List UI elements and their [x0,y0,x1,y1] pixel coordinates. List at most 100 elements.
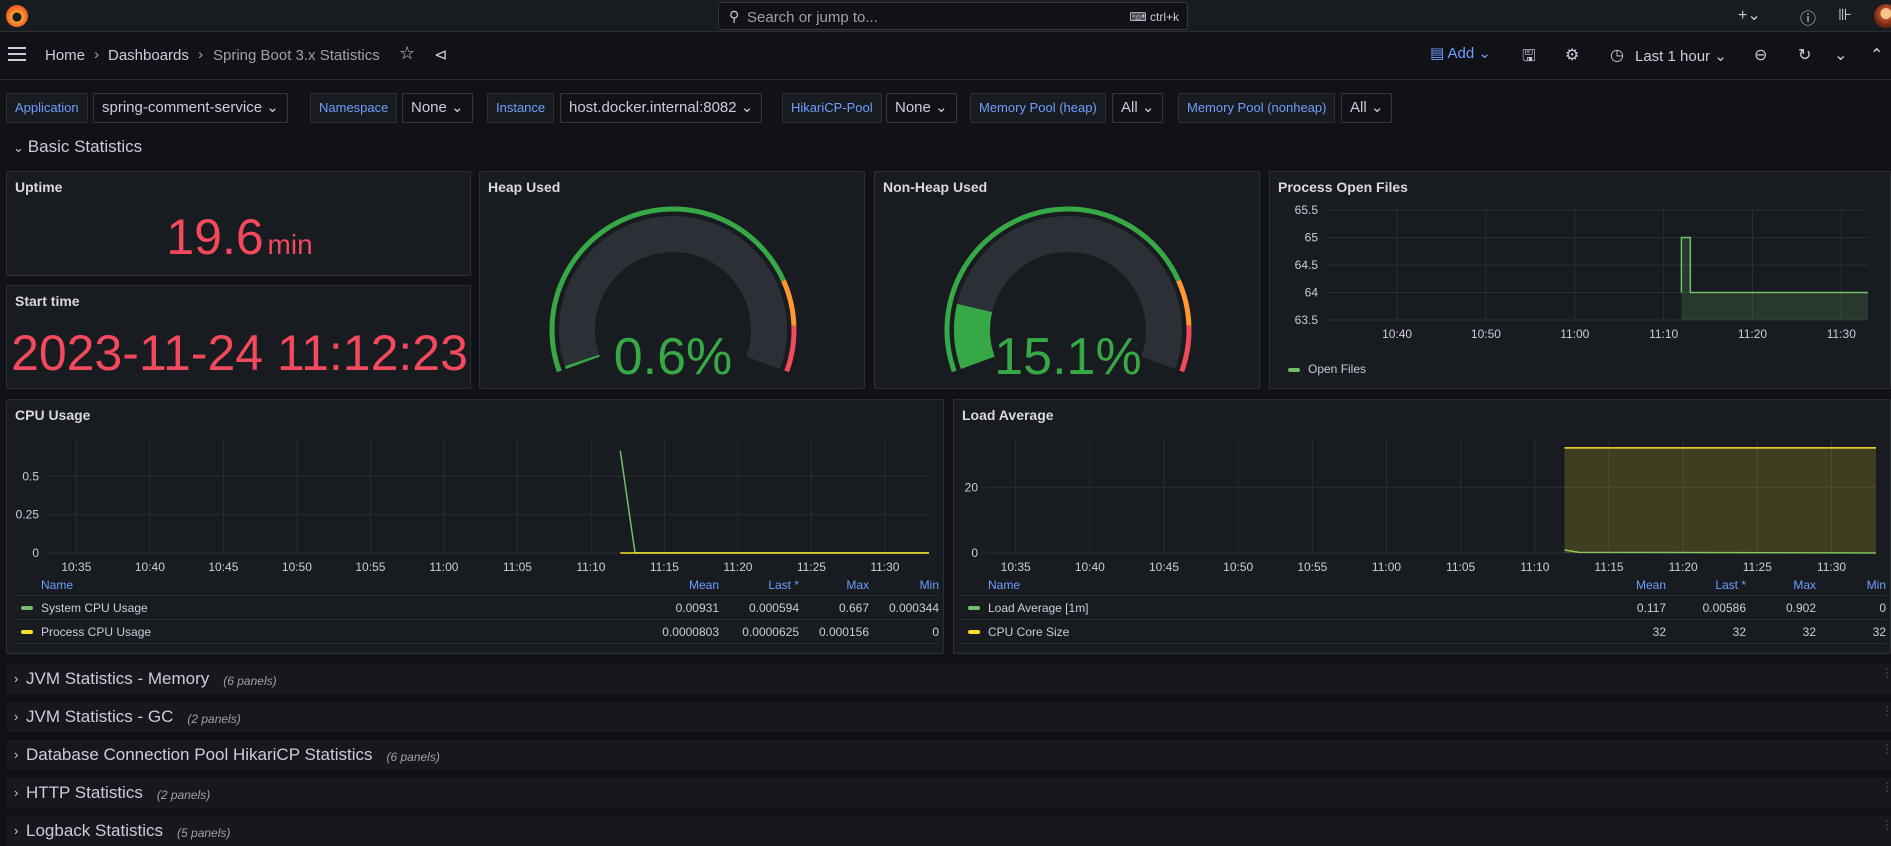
panel-non-heap-used[interactable]: Non-Heap Used 15.1% [874,171,1260,389]
y-tick-label: 65 [1305,231,1319,245]
panel-load-average[interactable]: Load Average 10:35 10:40 10:45 10:50 10:55 11… [953,399,1891,654]
share-icon[interactable]: ⊲ [434,45,447,65]
y-tick-label: 63.5 [1295,313,1319,327]
star-icon[interactable]: ☆ [399,43,415,64]
plus-icon[interactable]: +⌄ [1738,5,1761,25]
panel-start-time[interactable]: Start time 2023-11-24 11:12:23 [6,285,471,389]
add-label: Add [1447,45,1475,62]
time-range-picker[interactable]: Last 1 hour ⌄ [1635,47,1727,65]
breadcrumb-home[interactable]: Home [45,47,85,64]
panel-process-open-files[interactable]: Process Open Files 10:40 10:50 11:00 11:10 1… [1269,171,1891,389]
gear-icon[interactable]: ⚙ [1565,45,1579,65]
add-button[interactable]: ▤ Add ⌄ [1430,44,1491,62]
variable-label-memory-pool-nonheap: Memory Pool (nonheap) [1178,93,1336,123]
x-tick-label: 10:55 [1297,560,1327,574]
row-title: HTTP Statistics [26,783,143,802]
variable-select-application[interactable]: spring-comment-service ⌄ [93,93,288,123]
row-basic-statistics[interactable]: ⌄ Basic Statistics [13,137,142,157]
refresh-icon[interactable]: ↻ [1798,45,1811,65]
legend-cell: 0.667 [838,600,869,615]
x-tick-label: 11:20 [723,560,752,574]
legend-row[interactable]: Process CPU Usage 0.0000803 0.0000625 0.000… [13,620,939,644]
panel-title: Process Open Files [1278,179,1408,195]
panel-title: Non-Heap Used [883,179,988,195]
avatar[interactable] [1874,4,1891,28]
help-icon[interactable]: ⓘ [1800,5,1816,29]
zoom-out-icon[interactable]: ⊖ [1754,45,1767,65]
variable-select-hikaricp-pool[interactable]: None ⌄ [886,93,957,123]
legend-item-open-files[interactable]: Open Files [1288,362,1366,376]
series-line [619,450,930,554]
x-tick-label: 11:30 [1817,560,1846,574]
x-tick-label: 10:40 [1075,560,1105,574]
legend-cell: CPU Core Size [960,625,1596,639]
save-icon[interactable]: 🖫 [1522,45,1536,72]
legend-header[interactable]: Last * [719,578,799,595]
panel-heap-used[interactable]: Heap Used 0.6% [479,171,865,389]
panel-cpu-usage[interactable]: CPU Usage 10:35 10:40 10:45 10:50 10:55 11:00… [6,399,944,654]
cpu-usage-chart: 10:35 10:40 10:45 10:50 10:55 11:00 11:05 11:10… [16,438,930,574]
legend-header[interactable]: Max [799,578,869,595]
variable-label-memory-pool-heap: Memory Pool (heap) [970,93,1106,123]
grafana-logo-icon[interactable] [6,5,28,27]
legend-cell: Load Average [1m] [960,601,1596,615]
drag-handle-icon[interactable]: ⋮⋮ [1881,705,1891,726]
legend-header[interactable]: Name [13,578,649,595]
legend-row[interactable]: CPU Core Size 32 32 32 32 [960,620,1886,644]
clock-icon: ◷ [1610,47,1624,64]
collapsed-row[interactable]: › JVM Statistics - GC (2 panels) ⋮⋮ [6,702,1891,732]
x-tick-label: 10:50 [1223,560,1253,574]
legend-header[interactable]: Min [1816,578,1886,595]
menu-icon[interactable] [8,47,26,61]
legend-cell: 32 [1802,624,1816,639]
collapsed-row[interactable]: › HTTP Statistics (2 panels) ⋮⋮ [6,778,1891,808]
variable-select-memory-pool-heap[interactable]: All ⌄ [1112,93,1164,123]
variable-label-namespace: Namespace [310,93,398,123]
x-tick-label: 11:00 [1560,327,1589,341]
legend-swatch [968,606,980,611]
collapsed-row[interactable]: › Logback Statistics (5 panels) ⋮⋮ [6,816,1891,846]
x-tick-label: 10:40 [1382,327,1412,341]
collapsed-row[interactable]: › Database Connection Pool HikariCP Stati… [6,740,1891,770]
panel-title: CPU Usage [15,407,91,423]
search-input[interactable]: ⚲ Search or jump to... ⌨ ctrl+k [718,2,1188,30]
variable-value: All [1121,99,1138,116]
legend-header[interactable]: Last * [1666,578,1746,595]
y-tick-label: 64.5 [1295,258,1319,272]
legend-header[interactable]: Name [960,578,1596,595]
legend-cell: 0.000156 [818,624,869,639]
x-tick-label: 10:45 [1149,560,1179,574]
time-range-label: Last 1 hour [1635,48,1711,65]
variable-select-memory-pool-nonheap[interactable]: All ⌄ [1341,93,1393,123]
row-title: Logback Statistics [26,821,164,840]
uptime-unit: min [267,229,313,260]
legend-header[interactable]: Mean [649,578,719,595]
legend-row[interactable]: Load Average [1m] 0.117 0.00586 0.902 0 [960,596,1886,620]
x-tick-label: 11:20 [1669,560,1698,574]
breadcrumb-dashboards[interactable]: Dashboards [108,47,189,64]
x-tick-label: 11:10 [576,560,605,574]
panel-uptime[interactable]: Uptime 19.6 min [6,171,471,276]
breadcrumb-separator: › [94,46,99,63]
legend-header[interactable]: Mean [1596,578,1666,595]
collapse-icon[interactable]: ⌃ [1870,45,1883,65]
drag-handle-icon[interactable]: ⋮⋮ [1881,781,1891,802]
top-bar: ⚲ Search or jump to... ⌨ ctrl+k +⌄ ⓘ ⊪ [0,0,1891,32]
legend-header-row: Name Mean Last * Max Min [960,578,1886,596]
variable-label-instance: Instance [487,93,555,123]
legend-header[interactable]: Max [1746,578,1816,595]
x-tick-label: 11:20 [1738,327,1767,341]
drag-handle-icon[interactable]: ⋮⋮ [1881,667,1891,688]
legend-header[interactable]: Min [869,578,939,595]
x-tick-label: 10:55 [355,560,385,574]
chevron-right-icon: › [14,785,19,800]
variable-select-instance[interactable]: host.docker.internal:8082 ⌄ [560,93,763,123]
refresh-interval-chevron-icon[interactable]: ⌄ [1834,45,1847,65]
drag-handle-icon[interactable]: ⋮⋮ [1881,819,1891,840]
drag-handle-icon[interactable]: ⋮⋮ [1881,743,1891,764]
row-title: JVM Statistics - GC [26,707,174,726]
news-icon[interactable]: ⊪ [1838,5,1852,25]
collapsed-row[interactable]: › JVM Statistics - Memory (6 panels) ⋮⋮ [6,664,1891,694]
variable-select-namespace[interactable]: None ⌄ [402,93,473,123]
legend-row[interactable]: System CPU Usage 0.00931 0.000594 0.667 0.00… [13,596,939,620]
